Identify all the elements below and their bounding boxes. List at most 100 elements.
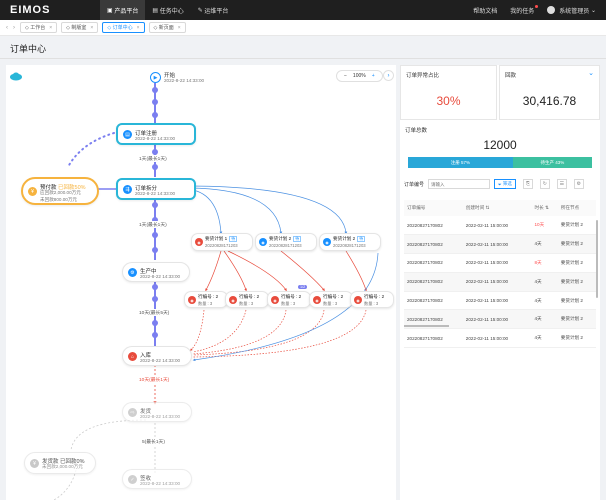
zoom-level: 100% [352,73,366,79]
flow-canvas[interactable]: − 100% + › ▶ 开始 2022-8-22 14:33:00 ▤ 订单注… [6,65,396,500]
edge-label: 1天(最长1天) [139,155,167,162]
node-plan-2[interactable]: ◉ 要货计划 2待 20220828171203 [255,233,317,251]
filter-bar: 订单编号 ⏷ 筛选 ⎘ ↻ ☰ ⚙ [400,175,600,193]
table-cell-node: 要货计划 2 [557,272,596,292]
node-order-register[interactable]: ▤ 订单注册 2022-8-22 14:33:00 [116,123,196,145]
close-icon[interactable]: × [90,25,93,31]
top-nav: ▣ 产品平台 ▤ 任务中心 ✎ 运维平台 [100,0,235,20]
sort-icon[interactable]: ⇅ [544,205,549,210]
nav-ops-platform[interactable]: ✎ 运维平台 [191,0,236,20]
nav-product-platform[interactable]: ▣ 产品平台 [100,0,146,20]
plan-icon: ◉ [195,238,203,246]
close-icon[interactable]: × [137,25,140,31]
notification-dot [535,4,539,8]
horizontal-scrollbar[interactable] [404,325,449,327]
table-row[interactable]: 20220827170802 2022-02-11 15:00:00 4天 要货计划 … [404,234,596,255]
warehouse-icon: ⌂ [128,352,137,361]
sort-icon[interactable]: ⇅ [484,205,489,210]
split-icon: ⇶ [123,185,132,194]
stats-panel: 订单异常占比 30% 回款 ⌄ 30,416.78 订单总数 12000 注册 … [400,65,600,500]
refresh-icon[interactable]: ↻ [539,179,550,189]
table-row[interactable]: 20220827170802 2022-02-11 15:00:00 4天 要货计划 … [404,291,596,311]
node-delivery-payment[interactable]: ¥ 发货款 已回款0% 未回款2,000.00万元 [24,452,96,474]
columns-icon[interactable]: ☰ [556,179,567,189]
table-cell-id: 20220827170802 [404,216,463,236]
table-row[interactable]: 20220827170802 2022-02-11 15:00:00 10天 要货计划… [404,216,596,236]
col-order-id[interactable]: 订单编号 [404,200,463,216]
tab-workbench[interactable]: ◇ 工作台 × [20,22,58,33]
node-row-4[interactable]: ◉ 行编号 : 2 数量 : 3 [309,291,353,308]
truck-icon: ⇨ [128,408,137,417]
export-icon[interactable]: ⎘ [522,179,533,189]
table-row[interactable]: 20220827170802 2022-02-11 15:00:00 4天 要货计划 … [404,328,596,349]
table-cell-id: 20220827170802 [404,291,463,311]
money-icon: ¥ [30,459,39,468]
status-progress-bar: 注册 57% 待生产 43% [408,157,592,168]
table-row[interactable]: 20220827170802 2022-02-11 15:00:00 4天 要货计划 … [404,272,596,292]
tab-new-page[interactable]: ◇ 新页面 × [148,22,186,33]
table-cell-time: 2022-02-11 15:00:00 [462,309,532,330]
node-plan-3[interactable]: ◉ 要货计划 2待 20220828171203 [319,233,381,251]
my-tasks-link[interactable]: 我的任务 [510,4,539,15]
col-node[interactable]: 所在节点 [557,200,596,216]
node-order-split[interactable]: ⇶ 订单拆分 2022-8-22 14:33:00 [116,178,196,200]
wrench-icon: ✎ [197,7,205,14]
flow-edges [10,72,379,500]
settings-icon[interactable]: ⚙ [573,179,584,189]
close-icon[interactable]: × [178,25,181,31]
table-cell-dur: 4天 [531,291,558,311]
table-cell-dur: 4天 [531,234,558,255]
node-receive[interactable]: ✓ 签收 2022-8-22 14:33:00 [122,469,192,489]
abnormal-ratio-card: 订单异常占比 30% [400,65,497,120]
table-cell-time: 2022-02-11 15:00:00 [462,291,532,311]
payment-card: 回款 ⌄ 30,416.78 [499,65,600,120]
table-cell-dur: 10天 [531,216,558,236]
help-docs-link[interactable]: 帮助文档 [473,6,497,15]
node-row-2[interactable]: ◉ 行编号 : 2 数量 : 3 [225,291,269,308]
table-cell-id: 20220827170802 [404,272,463,292]
node-row-1[interactable]: ◉ 行编号 : 2 数量 : 3 [184,291,228,308]
page-title: 订单中心 [10,44,47,54]
order-id-input[interactable] [428,179,491,189]
zoom-control[interactable]: − 100% + [336,70,383,82]
row-icon: ◉ [271,296,279,304]
node-plan-1[interactable]: ◉ 要货计划 1待 20220828171203 [191,233,253,251]
node-prepayment[interactable]: ¥ 预付款 已回款50% 应回款2,000.00万元 未回款800.00万元 [21,177,99,205]
top-bar: EIMOS ▣ 产品平台 ▤ 任务中心 ✎ 运维平台 帮助文档 我的任务 系统管… [0,0,606,20]
play-icon[interactable]: ▶ [150,72,161,83]
plan-icon: ◉ [323,238,331,246]
nav-task-center[interactable]: ▤ 任务中心 [145,0,190,20]
tab-plate-room[interactable]: ◇ 制版室 × [61,22,99,33]
chevron-left-icon[interactable]: ‹ [6,25,8,31]
progress-pending: 待生产 43% [512,157,592,168]
table-row[interactable]: 20220827170802 2022-02-11 15:00:00 8天 要货计划 … [404,253,596,273]
chevron-right-icon[interactable]: › [383,70,394,81]
node-storage[interactable]: ⌂ 入库 2022-8-22 14:33:00 [122,346,192,366]
table-cell-node: 要货计划 2 [557,291,596,311]
node-shipping[interactable]: ⇨ 发货 2022-8-22 14:33:00 [122,402,192,422]
edge-label: 10天(最长5天) [139,309,170,316]
chevron-right-icon[interactable]: › [13,25,15,31]
user-menu[interactable]: 系统管理员 ⌄ [547,6,596,15]
box-icon: ▣ [107,7,115,14]
table-cell-time: 2022-02-11 15:00:00 [462,328,532,349]
divider [0,58,606,59]
check-icon: ✓ [128,475,137,484]
node-row-3[interactable]: ◉ 行编号 : 2 数量 : 3 [267,291,311,308]
chevron-down-icon[interactable]: ⌄ [588,69,594,77]
close-icon[interactable]: × [49,25,52,31]
col-duration[interactable]: 时长 ⇅ [531,200,558,216]
table-cell-dur: 4天 [531,272,558,292]
node-producing[interactable]: ⚙ 生产中 2022-8-22 14:33:00 [122,262,190,282]
table-cell-id: 20220827170802 [404,253,463,273]
node-row-5[interactable]: ◉ 行编号 : 2 数量 : 3 [350,291,394,308]
table-cell-dur: 8天 [531,253,558,273]
zoom-out-button[interactable]: − [344,73,347,79]
vertical-scrollbar[interactable] [596,220,598,298]
table-cell-dur: 4天 [531,309,558,330]
tab-order-center[interactable]: ◇ 订单中心 × [102,22,145,33]
table-cell-time: 2022-02-11 15:00:00 [462,272,532,292]
col-create-time[interactable]: 创建时间 ⇅ [462,200,532,216]
filter-button[interactable]: ⏷ 筛选 [494,179,516,189]
zoom-in-button[interactable]: + [372,73,375,79]
